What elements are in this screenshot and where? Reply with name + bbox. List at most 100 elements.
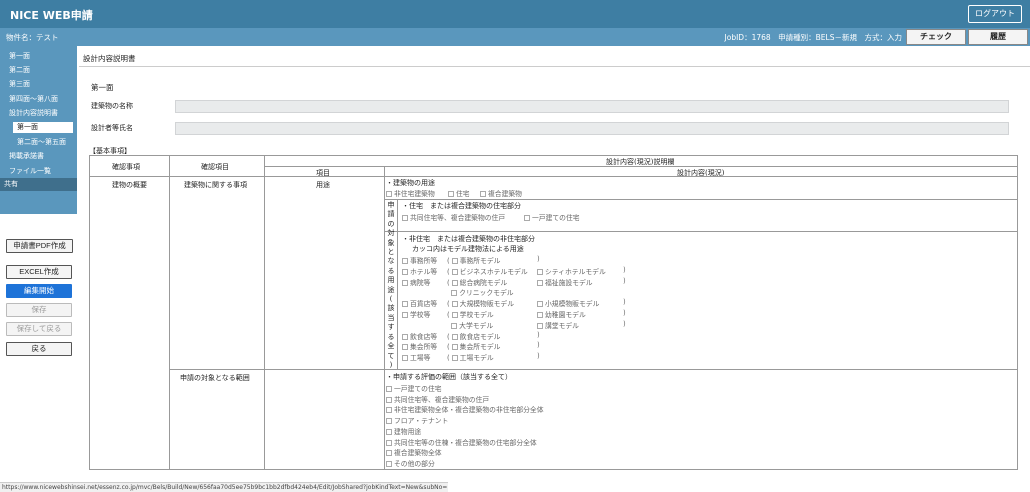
checkbox-icon[interactable] — [402, 279, 408, 286]
edit-start-button[interactable]: 編集開始 — [6, 284, 72, 298]
check-button[interactable]: チェック — [906, 29, 966, 45]
checkbox-icon[interactable] — [386, 386, 392, 392]
use-option[interactable]: 非住宅建築物 — [386, 188, 435, 198]
checkbox-icon[interactable] — [402, 312, 408, 318]
checkbox-icon[interactable] — [537, 301, 543, 308]
sidebar-item-page1[interactable]: 第一面 — [9, 51, 30, 61]
res-option[interactable]: 共同住宅等、複合建築物の住戸 — [402, 212, 505, 222]
back-button[interactable]: 戻る — [6, 342, 72, 356]
nonres-model-option[interactable]: (飲食店モデル — [447, 331, 500, 341]
sidebar-item-share[interactable]: 共有 — [0, 178, 77, 191]
checkbox-icon[interactable] — [451, 258, 458, 264]
nonres-type-option[interactable]: 集会所等 — [402, 341, 437, 351]
sidebar-item-design-doc[interactable]: 設計内容説明書 — [9, 108, 58, 118]
eval-scope-option[interactable]: その他の部分 — [386, 458, 435, 468]
nonres-model-option[interactable]: (学校モデル — [447, 309, 494, 319]
checkbox-icon[interactable] — [386, 428, 392, 435]
checkbox-icon[interactable] — [448, 191, 454, 197]
sidebar-item-files[interactable]: ファイル一覧 — [9, 166, 51, 176]
nonres-title: ・非住宅 または複合建築物の非住宅部分 — [402, 235, 535, 243]
eval-scope-option[interactable]: 建物用途 — [386, 426, 421, 436]
nonres-model-option[interactable]: (総合病院モデル — [447, 277, 507, 287]
checkbox-icon[interactable] — [402, 258, 408, 264]
eval-scope-option[interactable]: 一戸建ての住宅 — [386, 383, 442, 393]
nonres-model-option[interactable]: 幼稚園モデル — [537, 309, 586, 319]
checkbox-icon[interactable] — [386, 191, 392, 197]
excel-create-button[interactable]: EXCEL作成 — [6, 265, 72, 279]
property-name: 物件名：テスト — [6, 33, 59, 42]
sidebar-item-page2[interactable]: 第二面 — [9, 65, 30, 75]
checkbox-icon[interactable] — [537, 279, 543, 286]
checkbox-icon[interactable] — [451, 333, 458, 340]
pdf-create-button[interactable]: 申請書PDF作成 — [6, 239, 73, 253]
nonres-model-option[interactable]: (工場モデル — [447, 352, 494, 362]
checkbox-icon[interactable] — [451, 322, 458, 329]
checkbox-icon[interactable] — [451, 301, 458, 308]
checkbox-icon[interactable] — [537, 322, 543, 329]
nonres-model-option[interactable]: (事務所モデル — [447, 255, 500, 265]
checkbox-icon[interactable] — [451, 355, 458, 362]
nonres-type-option[interactable]: 工場等 — [402, 352, 430, 362]
sidebar-item-consent[interactable]: 掲載承諾書 — [9, 151, 44, 161]
checkbox-icon[interactable] — [386, 396, 392, 403]
checkbox-icon[interactable] — [451, 279, 458, 286]
nonres-type-option[interactable]: ホテル等 — [402, 266, 437, 276]
checkbox-icon[interactable] — [402, 333, 408, 340]
eval-scope-option[interactable]: 複合建築物全体 — [386, 447, 442, 457]
header-naiyo: 設計内容(現況) — [677, 169, 725, 177]
nonres-model-option[interactable]: 大学モデル — [447, 320, 493, 330]
eval-scope-option[interactable]: 共同住宅等、複合建築物の住戸 — [386, 394, 489, 404]
nonres-model-option[interactable]: (大規模物販モデル — [447, 298, 514, 308]
paren-close: ) — [623, 309, 626, 317]
paren-close: ) — [537, 255, 540, 263]
checkbox-icon[interactable] — [402, 344, 408, 351]
checkbox-icon[interactable] — [402, 355, 408, 362]
nonres-model-option[interactable]: 福祉施設モデル — [537, 277, 593, 287]
eval-scope-option[interactable]: 共同住宅等の住棟・複合建築物の住宅部分全体 — [386, 437, 537, 447]
sidebar-item-page3[interactable]: 第三面 — [9, 79, 30, 89]
basic-items-table: 確認事項 確認項目 設計内容(現況)説明欄 項目 設計内容(現況) 建物の概要 … — [89, 155, 1018, 470]
save-return-button[interactable]: 保存して戻る — [6, 322, 72, 336]
checkbox-icon[interactable] — [402, 301, 408, 308]
use-option[interactable]: 複合建築物 — [480, 188, 522, 198]
logout-button[interactable]: ログアウト — [968, 5, 1022, 23]
sidebar-item-design-page1[interactable]: 第一面 — [13, 122, 73, 133]
checkbox-icon[interactable] — [386, 460, 392, 467]
nonres-model-option[interactable]: クリニックモデル — [447, 287, 514, 297]
checkbox-icon[interactable] — [451, 290, 458, 297]
checkbox-icon[interactable] — [537, 312, 543, 318]
checkbox-icon[interactable] — [402, 215, 408, 221]
checkbox-icon[interactable] — [524, 215, 530, 221]
checkbox-icon[interactable] — [386, 407, 392, 414]
eval-scope-option[interactable]: フロア・テナント — [386, 415, 448, 425]
nonres-model-option[interactable]: シティホテルモデル — [537, 266, 606, 276]
checkbox-icon[interactable] — [402, 268, 408, 275]
checkbox-icon[interactable] — [386, 439, 392, 446]
nonres-type-option[interactable]: 事務所等 — [402, 255, 437, 265]
checkbox-icon[interactable] — [480, 191, 486, 197]
nonres-type-option[interactable]: 百貨店等 — [402, 298, 437, 308]
checkbox-icon[interactable] — [451, 344, 458, 351]
checkbox-icon[interactable] — [386, 450, 392, 457]
nonres-type-option[interactable]: 学校等 — [402, 309, 430, 319]
checkbox-icon[interactable] — [451, 268, 458, 275]
sidebar-item-page4-8[interactable]: 第四面～第八面 — [9, 94, 58, 104]
save-button[interactable]: 保存 — [6, 303, 72, 317]
eval-scope-option[interactable]: 非住宅建築物全体・複合建築物の非住宅部分全体 — [386, 404, 544, 414]
nonres-model-option[interactable]: (集会所モデル — [447, 341, 500, 351]
sidebar-item-design-page2-5[interactable]: 第二面～第五面 — [17, 137, 66, 147]
res-option[interactable]: 一戸建ての住宅 — [524, 212, 580, 222]
nonres-model-option[interactable]: 小規模物販モデル — [537, 298, 599, 308]
nonres-model-option[interactable]: (ビジネスホテルモデル — [447, 266, 528, 276]
checkbox-icon[interactable] — [537, 268, 543, 275]
history-button[interactable]: 履歴 — [968, 29, 1028, 45]
designer-name-field[interactable] — [175, 122, 1009, 135]
checkbox-icon[interactable] — [386, 418, 392, 425]
use-option[interactable]: 住宅 — [448, 188, 470, 198]
nonres-type-option[interactable]: 病院等 — [402, 277, 430, 287]
checkbox-icon[interactable] — [451, 312, 458, 318]
app-header: NICE WEB申請 ログアウト — [0, 0, 1030, 28]
nonres-type-option[interactable]: 飲食店等 — [402, 331, 437, 341]
building-name-field[interactable] — [175, 100, 1009, 113]
nonres-model-option[interactable]: 講堂モデル — [537, 320, 579, 330]
